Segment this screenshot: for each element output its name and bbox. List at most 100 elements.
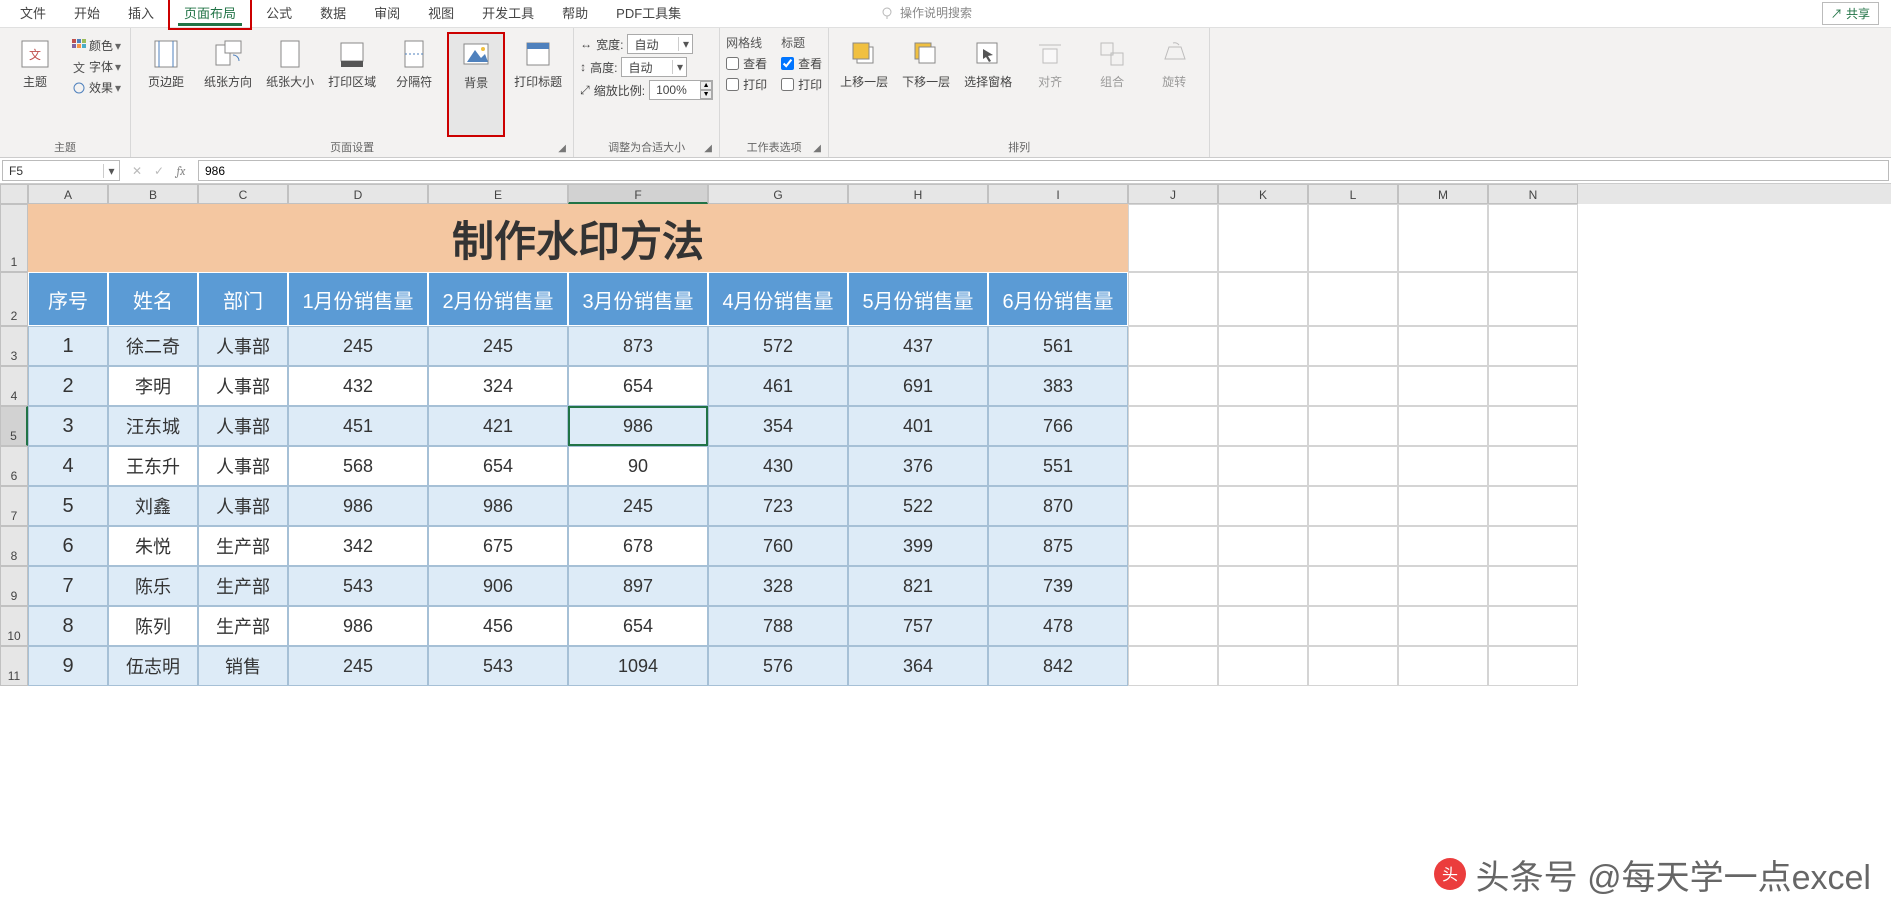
- data-cell[interactable]: 478: [988, 606, 1128, 646]
- data-cell[interactable]: 6: [28, 526, 108, 566]
- row-header-2[interactable]: 2: [0, 272, 28, 326]
- header-cell[interactable]: 2月份销售量: [428, 272, 568, 326]
- menu-tab-8[interactable]: 开发工具: [468, 0, 548, 28]
- header-cell[interactable]: 序号: [28, 272, 108, 326]
- accept-formula-button[interactable]: ✓: [148, 164, 170, 178]
- cell[interactable]: [1308, 326, 1398, 366]
- col-header-K[interactable]: K: [1218, 184, 1308, 204]
- cell[interactable]: [1488, 204, 1578, 272]
- row-header-7[interactable]: 7: [0, 486, 28, 526]
- data-cell[interactable]: 364: [848, 646, 988, 686]
- scale-launcher[interactable]: ◢: [701, 141, 715, 155]
- data-cell[interactable]: 399: [848, 526, 988, 566]
- cell[interactable]: [1308, 272, 1398, 326]
- cell[interactable]: [1488, 646, 1578, 686]
- theme-colors-button[interactable]: 颜色▾: [68, 36, 124, 55]
- data-cell[interactable]: 人事部: [198, 366, 288, 406]
- data-cell[interactable]: 人事部: [198, 326, 288, 366]
- cell[interactable]: [1488, 566, 1578, 606]
- cell[interactable]: [1218, 486, 1308, 526]
- tell-me-search[interactable]: 操作说明搜索: [870, 4, 982, 21]
- cell[interactable]: [1398, 646, 1488, 686]
- cell[interactable]: [1128, 566, 1218, 606]
- cell[interactable]: [1218, 272, 1308, 326]
- data-cell[interactable]: 906: [428, 566, 568, 606]
- col-header-G[interactable]: G: [708, 184, 848, 204]
- cell[interactable]: [1128, 406, 1218, 446]
- size-button[interactable]: 纸张大小: [261, 32, 319, 137]
- col-header-I[interactable]: I: [988, 184, 1128, 204]
- cell[interactable]: [1308, 646, 1398, 686]
- headings-view-check[interactable]: 查看: [781, 55, 822, 72]
- data-cell[interactable]: 675: [428, 526, 568, 566]
- data-cell[interactable]: 757: [848, 606, 988, 646]
- group-button[interactable]: 组合: [1083, 32, 1141, 137]
- data-cell[interactable]: 568: [288, 446, 428, 486]
- data-cell[interactable]: 245: [428, 326, 568, 366]
- cell[interactable]: [1308, 406, 1398, 446]
- data-cell[interactable]: 986: [288, 606, 428, 646]
- theme-fonts-button[interactable]: 文 字体▾: [68, 57, 124, 76]
- width-combo[interactable]: 自动▾: [627, 34, 693, 54]
- breaks-button[interactable]: 分隔符: [385, 32, 443, 137]
- headings-print-check[interactable]: 打印: [781, 76, 822, 93]
- data-cell[interactable]: 654: [428, 446, 568, 486]
- data-cell[interactable]: 576: [708, 646, 848, 686]
- cell[interactable]: [1308, 204, 1398, 272]
- data-cell[interactable]: 842: [988, 646, 1128, 686]
- cell[interactable]: [1308, 446, 1398, 486]
- col-header-B[interactable]: B: [108, 184, 198, 204]
- share-button[interactable]: ↗ 共享: [1822, 2, 1879, 25]
- data-cell[interactable]: 723: [708, 486, 848, 526]
- row-header-9[interactable]: 9: [0, 566, 28, 606]
- data-cell[interactable]: 376: [848, 446, 988, 486]
- row-header-3[interactable]: 3: [0, 326, 28, 366]
- menu-tab-1[interactable]: 开始: [60, 0, 114, 28]
- name-box[interactable]: F5 ▾: [2, 160, 120, 181]
- data-cell[interactable]: 543: [288, 566, 428, 606]
- row-header-6[interactable]: 6: [0, 446, 28, 486]
- data-cell[interactable]: 1: [28, 326, 108, 366]
- selection-pane-button[interactable]: 选择窗格: [959, 32, 1017, 137]
- menu-tab-5[interactable]: 数据: [306, 0, 360, 28]
- data-cell[interactable]: 245: [568, 486, 708, 526]
- cell[interactable]: [1308, 486, 1398, 526]
- cell[interactable]: [1218, 446, 1308, 486]
- data-cell[interactable]: 437: [848, 326, 988, 366]
- themes-button[interactable]: 文 主题: [6, 32, 64, 137]
- theme-effects-button[interactable]: 效果▾: [68, 78, 124, 97]
- data-cell[interactable]: 陈乐: [108, 566, 198, 606]
- header-cell[interactable]: 部门: [198, 272, 288, 326]
- cell[interactable]: [1488, 606, 1578, 646]
- cell[interactable]: [1398, 606, 1488, 646]
- data-cell[interactable]: 王东升: [108, 446, 198, 486]
- cell[interactable]: [1218, 326, 1308, 366]
- data-cell[interactable]: 654: [568, 606, 708, 646]
- cell[interactable]: [1308, 526, 1398, 566]
- col-header-D[interactable]: D: [288, 184, 428, 204]
- bring-forward-button[interactable]: 上移一层: [835, 32, 893, 137]
- header-cell[interactable]: 6月份销售量: [988, 272, 1128, 326]
- data-cell[interactable]: 551: [988, 446, 1128, 486]
- data-cell[interactable]: 451: [288, 406, 428, 446]
- cell[interactable]: [1128, 366, 1218, 406]
- menu-tab-6[interactable]: 审阅: [360, 0, 414, 28]
- cell[interactable]: [1218, 606, 1308, 646]
- data-cell[interactable]: 354: [708, 406, 848, 446]
- menu-tab-3[interactable]: 页面布局: [168, 0, 252, 30]
- data-cell[interactable]: 324: [428, 366, 568, 406]
- data-cell[interactable]: 401: [848, 406, 988, 446]
- data-cell[interactable]: 陈列: [108, 606, 198, 646]
- data-cell[interactable]: 821: [848, 566, 988, 606]
- cell[interactable]: [1398, 446, 1488, 486]
- page-setup-launcher[interactable]: ◢: [555, 141, 569, 155]
- data-cell[interactable]: 654: [568, 366, 708, 406]
- gridlines-view-check[interactable]: 查看: [726, 55, 767, 72]
- data-cell[interactable]: 766: [988, 406, 1128, 446]
- data-cell[interactable]: 伍志明: [108, 646, 198, 686]
- data-cell[interactable]: 1094: [568, 646, 708, 686]
- cell[interactable]: [1128, 486, 1218, 526]
- data-cell[interactable]: 245: [288, 326, 428, 366]
- data-cell[interactable]: 678: [568, 526, 708, 566]
- fx-button[interactable]: fx: [170, 164, 192, 178]
